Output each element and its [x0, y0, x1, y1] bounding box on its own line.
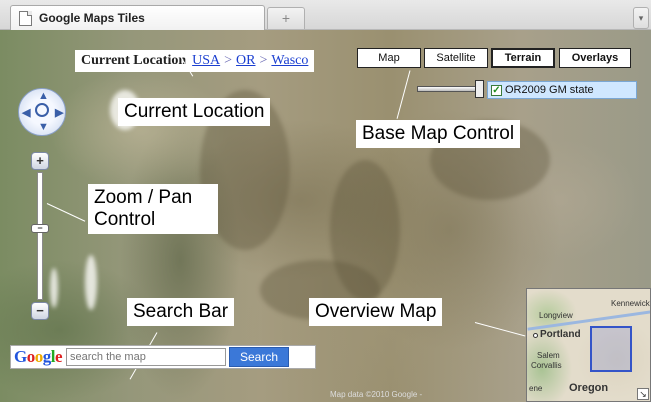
search-bar: Google Search	[10, 345, 316, 369]
new-tab-button[interactable]: +	[267, 7, 305, 29]
callout-current-location: Current Location	[118, 98, 271, 126]
tab-title: Google Maps Tiles	[39, 11, 145, 25]
pan-left-icon[interactable]: ◀	[22, 106, 30, 119]
overlay-layer-label: OR2009 GM state	[505, 84, 594, 96]
overlay-layer-item[interactable]: ✓ OR2009 GM state	[487, 81, 637, 99]
overview-label-salem: Salem	[537, 351, 560, 360]
callout-leader	[474, 322, 526, 337]
callout-base-map-control: Base Map Control	[356, 120, 521, 148]
map-type-terrain-button[interactable]: Terrain	[491, 48, 555, 68]
browser-tab[interactable]: Google Maps Tiles	[10, 5, 265, 30]
overlay-opacity-handle[interactable]	[475, 80, 484, 98]
checkbox-checked-icon[interactable]: ✓	[491, 84, 502, 96]
breadcrumb-link-wasco[interactable]: Wasco	[271, 53, 308, 69]
overview-label-corvallis: Corvallis	[531, 361, 562, 370]
callout-overview-map: Overview Map	[309, 298, 443, 326]
breadcrumb: Current Location USA > OR > Wasco	[75, 50, 315, 72]
overlays-button[interactable]: Overlays	[559, 48, 631, 68]
overview-label-kennewick: Kennewick	[611, 299, 650, 308]
map-copyright: Map data ©2010 Google -	[330, 390, 423, 399]
google-logo: Google	[14, 347, 63, 366]
breadcrumb-label: Current Location	[81, 53, 187, 68]
zoom-out-button[interactable]: −	[31, 302, 49, 320]
search-button[interactable]: Search	[229, 347, 290, 367]
search-input[interactable]	[66, 348, 227, 366]
overview-viewport-box[interactable]	[590, 326, 632, 372]
breadcrumb-link-or[interactable]: OR	[236, 53, 255, 69]
overview-map[interactable]: Longview Kennewick Portland Salem Corval…	[526, 288, 651, 402]
breadcrumb-separator: >	[259, 53, 268, 68]
pan-right-icon[interactable]: ▶	[55, 106, 63, 119]
pan-up-icon[interactable]: ▲	[38, 90, 49, 102]
breadcrumb-separator: >	[224, 53, 233, 68]
page-icon	[19, 10, 32, 26]
snow-patch	[50, 268, 58, 308]
breadcrumb-link-usa[interactable]: USA	[192, 53, 220, 69]
browser-tab-strip: Google Maps Tiles + ▾	[0, 0, 651, 30]
overview-label-oregon: Oregon	[569, 382, 609, 394]
callout-leader	[396, 70, 411, 119]
city-dot-icon	[533, 333, 538, 338]
callout-leader	[46, 203, 86, 222]
pan-control[interactable]: ▲ ◀ ▶ ▼	[18, 88, 66, 136]
overview-collapse-icon[interactable]: ↘	[637, 388, 649, 400]
zoom-slider-handle[interactable]: −	[31, 224, 49, 233]
tab-list-chevron-icon[interactable]: ▾	[633, 7, 649, 29]
overview-label-ene: ene	[529, 384, 543, 393]
zoom-slider-track[interactable]	[37, 172, 43, 300]
overview-label-longview: Longview	[539, 311, 573, 320]
pan-down-icon[interactable]: ▼	[38, 121, 49, 133]
snow-patch	[85, 255, 97, 310]
overlay-opacity-slider[interactable]	[417, 86, 481, 92]
zoom-in-button[interactable]: +	[31, 152, 49, 170]
callout-zoom-pan-control: Zoom / Pan Control	[88, 184, 218, 234]
map-type-map-button[interactable]: Map	[357, 48, 421, 68]
callout-search-bar: Search Bar	[127, 298, 235, 326]
overview-label-portland: Portland	[540, 329, 581, 340]
map-type-satellite-button[interactable]: Satellite	[424, 48, 488, 68]
pan-center-icon[interactable]	[35, 103, 49, 117]
